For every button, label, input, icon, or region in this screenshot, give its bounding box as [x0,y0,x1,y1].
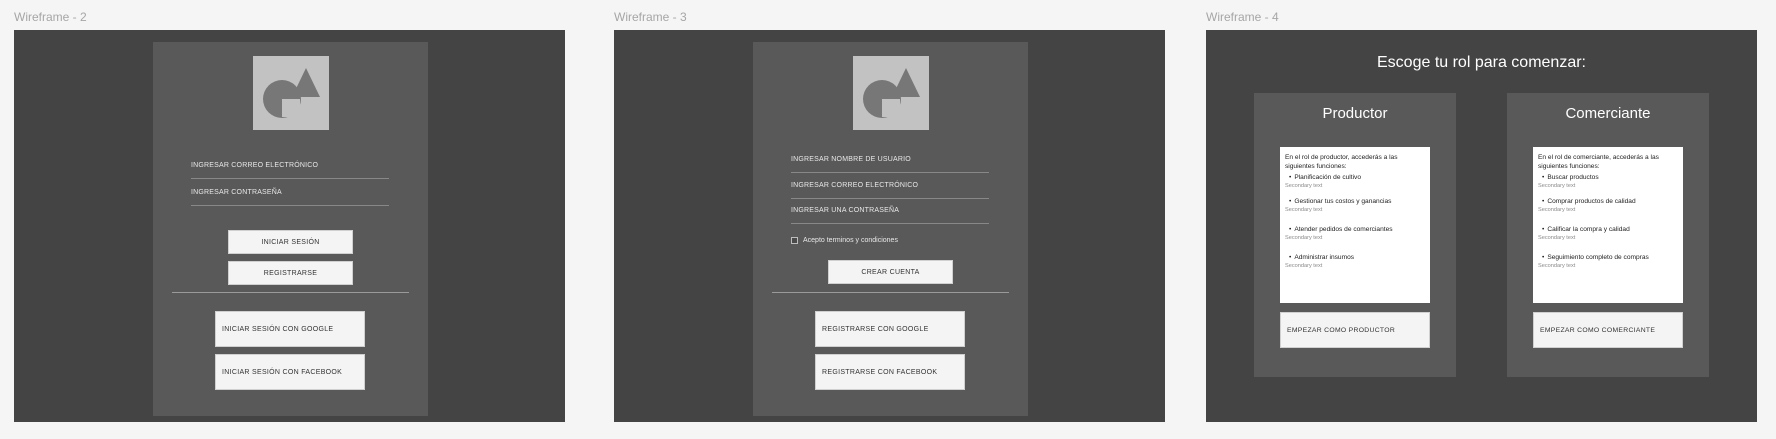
shapes-placeholder-icon [863,68,920,118]
list-item: • Comprar productos de calidad [1542,198,1636,205]
secondary-text: Secondary text [1285,263,1323,269]
role-title: Comerciante [1565,105,1651,122]
wireframe-4-frame: Escoge tu rol para comenzar: Productor E… [1206,30,1757,422]
terms-label: Acepto terminos y condiciones [803,237,898,244]
secondary-text: Secondary text [1538,207,1576,213]
terms-row[interactable]: Acepto terminos y condiciones [791,237,898,244]
app-logo [853,56,929,130]
email-field[interactable]: INGRESAR CORREO ELECTRÓNICO [791,179,989,199]
role-intro: En el rol de productor, accederás a las … [1285,154,1398,170]
list-item: • Gestionar tus costos y ganancias [1289,198,1392,205]
bullet-icon: • [1542,226,1545,233]
divider [172,292,409,293]
list-item: • Administrar insumos [1289,254,1355,261]
role-features-card: En el rol de productor, accederás a las … [1280,147,1430,303]
google-login-button[interactable]: INICIAR SESIÓN CON GOOGLE [215,311,365,347]
list-item: • Atender pedidos de comerciantes [1289,226,1393,233]
role-panel-productor: Productor En el rol de productor, accede… [1254,93,1456,377]
secondary-text: Secondary text [1538,183,1576,189]
terms-checkbox[interactable] [791,237,798,244]
list-item: • Planificación de cultivo [1289,174,1362,181]
wireframe-2-frame: INGRESAR CORREO ELECTRÓNICO INGRESAR CON… [14,30,565,422]
secondary-text: Secondary text [1538,263,1576,269]
list-item: • Buscar productos [1542,174,1599,181]
role-panel-comerciante: Comerciante En el rol de comerciante, ac… [1507,93,1709,377]
facebook-signup-button[interactable]: REGISTRARSE CON FACEBOOK [815,354,965,390]
facebook-login-button[interactable]: INICIAR SESIÓN CON FACEBOOK [215,354,365,390]
signup-panel: INGRESAR NOMBRE DE USUARIO INGRESAR CORR… [753,42,1028,416]
secondary-text: Secondary text [1285,207,1323,213]
bullet-icon: • [1289,174,1292,181]
role-heading: Escoge tu rol para comenzar: [1377,54,1586,71]
list-item: • Calificar la compra y calidad [1542,226,1630,233]
password-field[interactable]: INGRESAR CONTRASEÑA [191,186,389,206]
app-logo [253,56,329,130]
list-item: • Seguimiento completo de compras [1542,254,1649,261]
frame-title-wireframe-3: Wireframe - 3 [614,10,687,24]
frame-title-wireframe-2: Wireframe - 2 [14,10,87,24]
start-as-productor-button[interactable]: EMPEZAR COMO PRODUCTOR [1280,312,1430,348]
email-field[interactable]: INGRESAR CORREO ELECTRÓNICO [191,159,389,179]
start-as-comerciante-button[interactable]: EMPEZAR COMO COMERCIANTE [1533,312,1683,348]
username-field[interactable]: INGRESAR NOMBRE DE USUARIO [791,153,989,173]
bullet-icon: • [1289,226,1292,233]
role-title: Productor [1322,105,1388,122]
bullet-icon: • [1542,198,1545,205]
secondary-text: Secondary text [1285,183,1323,189]
wireframe-3-frame: INGRESAR NOMBRE DE USUARIO INGRESAR CORR… [614,30,1165,422]
register-button[interactable]: REGISTRARSE [228,261,353,285]
bullet-icon: • [1542,254,1545,261]
secondary-text: Secondary text [1538,235,1576,241]
bullet-icon: • [1542,174,1545,181]
shapes-placeholder-icon [263,68,320,118]
role-features-card: En el rol de comerciante, accederás a la… [1533,147,1683,303]
bullet-icon: • [1289,198,1292,205]
login-button[interactable]: INICIAR SESIÓN [228,230,353,254]
login-panel: INGRESAR CORREO ELECTRÓNICO INGRESAR CON… [153,42,428,416]
create-account-button[interactable]: CREAR CUENTA [828,260,953,284]
divider [772,292,1009,293]
role-intro: En el rol de comerciante, accederás a la… [1538,154,1659,170]
google-signup-button[interactable]: REGISTRARSE CON GOOGLE [815,311,965,347]
secondary-text: Secondary text [1285,235,1323,241]
frame-title-wireframe-4: Wireframe - 4 [1206,10,1279,24]
password-field[interactable]: INGRESAR UNA CONTRASEÑA [791,204,989,224]
bullet-icon: • [1289,254,1292,261]
